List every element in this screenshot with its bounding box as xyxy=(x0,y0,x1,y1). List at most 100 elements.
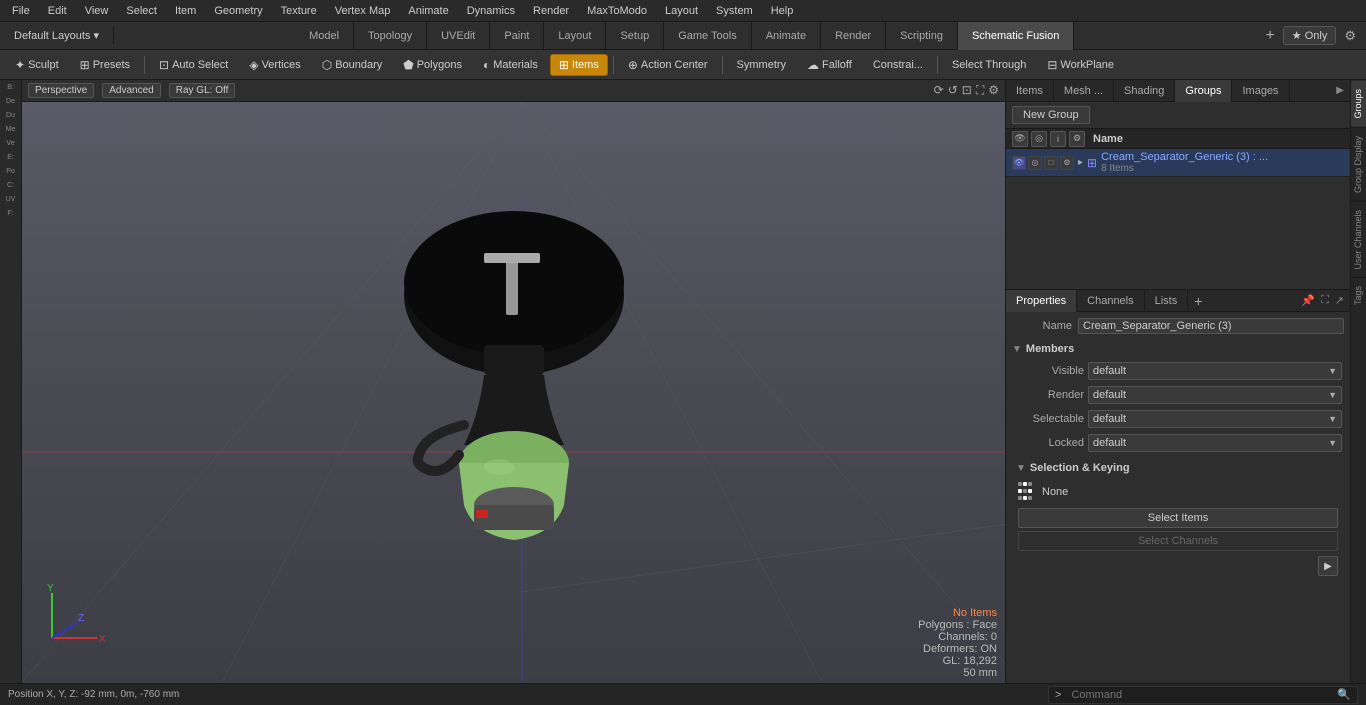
expand-tabs-button[interactable]: ▶ xyxy=(1330,85,1350,96)
strip-item-3[interactable]: Du xyxy=(2,112,20,124)
only-button[interactable]: ★ Only xyxy=(1283,26,1337,45)
locked-dropdown[interactable]: default ▼ xyxy=(1088,434,1342,452)
work-plane-button[interactable]: ⊟ WorkPlane xyxy=(1038,54,1123,76)
strip-item-1[interactable]: B: xyxy=(2,84,20,96)
gear-icon[interactable]: ⚙ xyxy=(1340,28,1360,44)
command-search-icon[interactable]: 🔍 xyxy=(1331,688,1357,701)
info-icon[interactable]: i xyxy=(1050,131,1066,147)
maximize-icon[interactable]: ⛶ xyxy=(976,83,984,98)
tab-properties[interactable]: Properties xyxy=(1006,290,1077,312)
menu-animate[interactable]: Animate xyxy=(400,3,456,19)
tab-topology[interactable]: Topology xyxy=(354,22,427,50)
select-through-button[interactable]: Select Through xyxy=(943,54,1035,76)
tab-scripting[interactable]: Scripting xyxy=(886,22,958,50)
symmetry-button[interactable]: Symmetry xyxy=(728,54,796,76)
menu-maxtomodo[interactable]: MaxToModo xyxy=(579,3,655,19)
item-lock-icon[interactable]: ⚙ xyxy=(1060,156,1074,170)
tab-images[interactable]: Images xyxy=(1232,80,1289,102)
tab-items[interactable]: Items xyxy=(1006,80,1054,102)
tab-paint[interactable]: Paint xyxy=(490,22,544,50)
menu-view[interactable]: View xyxy=(77,3,117,19)
sel-keying-header[interactable]: ▼ Selection & Keying xyxy=(1014,460,1342,476)
visible-dropdown[interactable]: default ▼ xyxy=(1088,362,1342,380)
selectable-dropdown[interactable]: default ▼ xyxy=(1088,410,1342,428)
strip-item-2[interactable]: De xyxy=(2,98,20,110)
menu-layout[interactable]: Layout xyxy=(657,3,706,19)
name-input[interactable] xyxy=(1078,318,1344,334)
add-props-tab-button[interactable]: + xyxy=(1188,293,1208,309)
tab-groups[interactable]: Groups xyxy=(1175,80,1232,102)
item-name[interactable]: Cream_Separator_Generic (3) : ... xyxy=(1101,151,1344,163)
menu-geometry[interactable]: Geometry xyxy=(206,3,270,19)
default-layouts-dropdown[interactable]: Default Layouts ▾ xyxy=(6,27,107,44)
strip-item-7[interactable]: Po xyxy=(2,168,20,180)
polygons-button[interactable]: ⬟ Polygons xyxy=(394,54,471,76)
menu-item[interactable]: Item xyxy=(167,3,204,19)
vtab-group-display[interactable]: Group Display xyxy=(1351,127,1366,201)
rotate-icon[interactable]: ⟳ xyxy=(934,83,944,98)
tab-setup[interactable]: Setup xyxy=(606,22,664,50)
command-input[interactable] xyxy=(1067,689,1331,701)
tab-model[interactable]: Model xyxy=(295,22,354,50)
tab-mesh[interactable]: Mesh ... xyxy=(1054,80,1114,102)
falloff-button[interactable]: ☁ Falloff xyxy=(798,54,861,76)
new-group-button[interactable]: New Group xyxy=(1012,106,1090,124)
auto-select-button[interactable]: ⊡ Auto Select xyxy=(150,54,237,76)
select-items-button[interactable]: Select Items xyxy=(1018,508,1338,528)
maximize-props-icon[interactable]: ⛶ xyxy=(1319,294,1331,307)
tab-game-tools[interactable]: Game Tools xyxy=(664,22,752,50)
menu-select[interactable]: Select xyxy=(118,3,165,19)
menu-dynamics[interactable]: Dynamics xyxy=(459,3,523,19)
menu-system[interactable]: System xyxy=(708,3,761,19)
eye-icon[interactable]: 👁 xyxy=(1012,131,1028,147)
menu-edit[interactable]: Edit xyxy=(40,3,75,19)
boundary-button[interactable]: ⬡ Boundary xyxy=(313,54,392,76)
menu-help[interactable]: Help xyxy=(763,3,802,19)
menu-file[interactable]: File xyxy=(4,3,38,19)
presets-button[interactable]: ⊞ Presets xyxy=(71,54,139,76)
sculpt-button[interactable]: ✦ Sculpt xyxy=(6,54,68,76)
strip-item-5[interactable]: Ve xyxy=(2,140,20,152)
tab-schematic-fusion[interactable]: Schematic Fusion xyxy=(958,22,1074,50)
item-render-icon[interactable]: ◎ xyxy=(1028,156,1042,170)
menu-texture[interactable]: Texture xyxy=(273,3,325,19)
vtab-user-channels[interactable]: User Channels xyxy=(1351,201,1366,278)
ray-gl-button[interactable]: Ray GL: Off xyxy=(169,83,236,98)
add-layout-button[interactable]: + xyxy=(1261,27,1278,45)
menu-render[interactable]: Render xyxy=(525,3,577,19)
tab-animate[interactable]: Animate xyxy=(752,22,821,50)
item-expand-icon[interactable]: ▸ xyxy=(1078,157,1083,168)
menu-vertex-map[interactable]: Vertex Map xyxy=(327,3,399,19)
items-button[interactable]: ⊞ Items xyxy=(550,54,608,76)
tab-shading[interactable]: Shading xyxy=(1114,80,1175,102)
viewport-canvas[interactable]: X Y Z No Items Polygons : Face Channels:… xyxy=(22,102,1005,683)
strip-item-9[interactable]: UV xyxy=(2,196,20,208)
perspective-button[interactable]: Perspective xyxy=(28,83,94,98)
tab-channels[interactable]: Channels xyxy=(1077,290,1144,312)
strip-item-10[interactable]: F: xyxy=(2,210,20,222)
detach-props-icon[interactable]: ↗ xyxy=(1333,294,1346,307)
strip-item-8[interactable]: C: xyxy=(2,182,20,194)
vtab-groups[interactable]: Groups xyxy=(1351,80,1366,127)
tab-lists[interactable]: Lists xyxy=(1145,290,1189,312)
expand-arrow-button[interactable]: ▶ xyxy=(1318,556,1338,576)
tab-render[interactable]: Render xyxy=(821,22,886,50)
strip-item-4[interactable]: Me xyxy=(2,126,20,138)
vtab-tags[interactable]: Tags xyxy=(1351,277,1366,313)
action-center-button[interactable]: ⊕ Action Center xyxy=(619,54,717,76)
refresh-icon[interactable]: ↺ xyxy=(948,83,958,98)
advanced-button[interactable]: Advanced xyxy=(102,83,160,98)
settings-icon[interactable]: ⚙ xyxy=(988,83,999,98)
materials-button[interactable]: ◐ Materials xyxy=(474,54,547,76)
item-eye-icon[interactable]: 👁 xyxy=(1012,156,1026,170)
constraints-button[interactable]: Constrai... xyxy=(864,54,932,76)
group-list-item[interactable]: 👁 ◎ □ ⚙ ▸ ⊞ Cream_Separator_Generic (3) … xyxy=(1006,149,1350,177)
fit-icon[interactable]: ⊡ xyxy=(962,83,972,98)
strip-item-6[interactable]: E: xyxy=(2,154,20,166)
pin-icon[interactable]: 📌 xyxy=(1299,294,1317,307)
tab-layout[interactable]: Layout xyxy=(544,22,606,50)
tab-uvedit[interactable]: UVEdit xyxy=(427,22,490,50)
lock-icon[interactable]: ⚙ xyxy=(1069,131,1085,147)
members-section[interactable]: ▼ Members xyxy=(1010,340,1346,358)
item-box-icon[interactable]: □ xyxy=(1044,156,1058,170)
